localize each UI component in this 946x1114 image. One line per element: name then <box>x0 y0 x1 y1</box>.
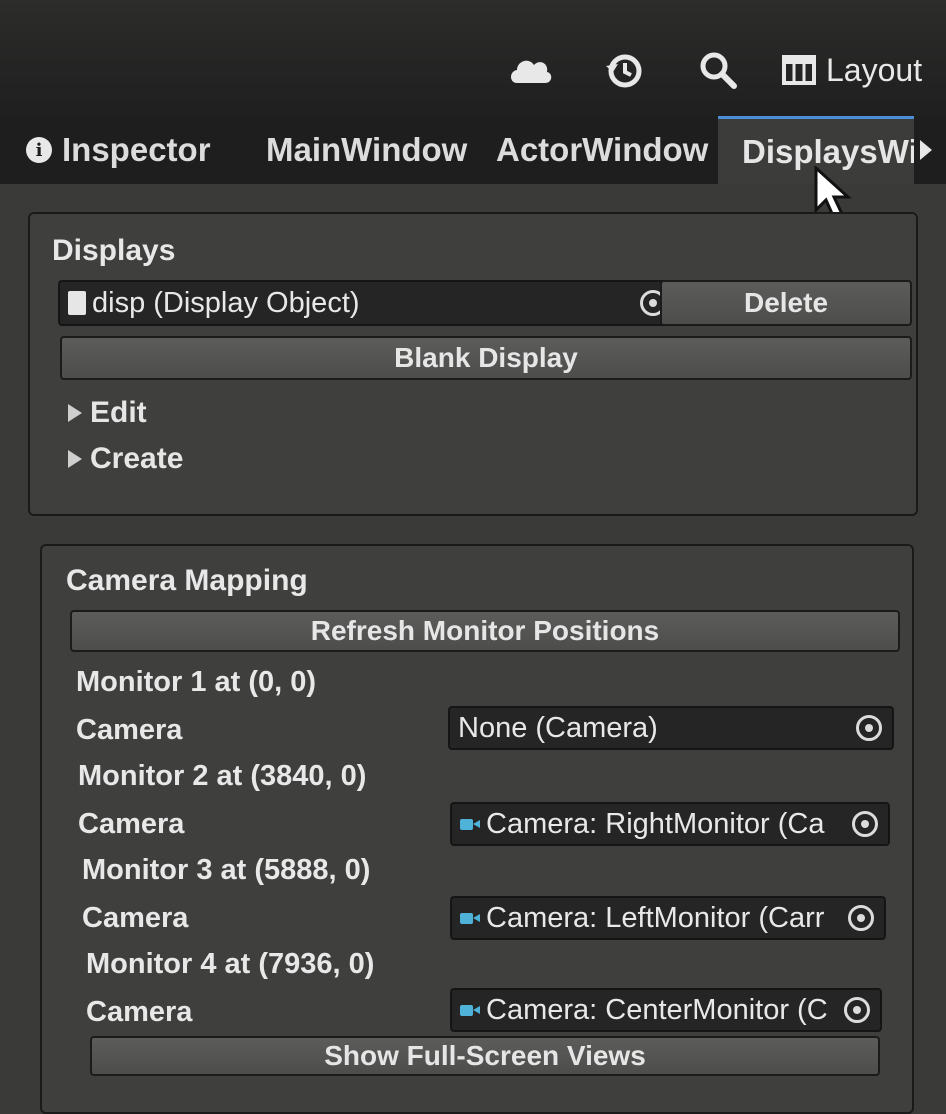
camera-field[interactable]: Camera: CenterMonitor (C <box>450 988 882 1032</box>
blank-display-button[interactable]: Blank Display <box>60 336 912 380</box>
tab-label: Inspector <box>62 131 211 168</box>
layout-button[interactable]: Layout <box>782 48 922 92</box>
monitor-label: Monitor 2 at (3840, 0) <box>78 760 367 792</box>
camera-label: Camera <box>78 808 185 840</box>
toolbar: Layout <box>0 0 946 116</box>
object-picker-icon[interactable] <box>844 997 870 1023</box>
refresh-label: Refresh Monitor Positions <box>310 615 660 646</box>
camera-label: Camera <box>76 714 183 746</box>
search-icon[interactable] <box>694 46 742 94</box>
show-full-screen-views-button[interactable]: Show Full-Screen Views <box>90 1036 880 1076</box>
camera-value: None (Camera) <box>458 711 658 744</box>
monitor-label: Monitor 1 at (0, 0) <box>76 666 317 698</box>
display-object-value: disp (Display Object) <box>92 286 360 319</box>
tab-label: MainWindow <box>266 131 468 168</box>
create-label: Create <box>90 442 184 475</box>
tab-label: DisplaysWi <box>742 132 914 170</box>
fullscreen-label: Show Full-Screen Views <box>324 1040 646 1071</box>
foldout-arrow-icon <box>68 404 82 422</box>
edit-label: Edit <box>90 396 147 429</box>
info-icon: i <box>26 137 52 163</box>
tab-actorwindow[interactable]: ActorWindow <box>496 116 708 184</box>
display-object-field[interactable]: disp (Display Object) <box>58 280 678 326</box>
refresh-monitor-positions-button[interactable]: Refresh Monitor Positions <box>70 610 900 652</box>
foldout-arrow-icon <box>68 450 82 468</box>
object-picker-icon[interactable] <box>852 811 878 837</box>
camera-icon <box>460 1003 480 1017</box>
camera-field[interactable]: None (Camera) <box>448 706 894 750</box>
layout-icon <box>782 55 816 85</box>
camera-value: Camera: RightMonitor (Ca <box>486 807 825 840</box>
delete-button[interactable]: Delete <box>660 280 912 326</box>
camera-icon <box>460 911 480 925</box>
monitor-label: Monitor 3 at (5888, 0) <box>82 854 371 886</box>
displays-title: Displays <box>52 234 176 267</box>
tab-label: ActorWindow <box>496 131 709 168</box>
camera-mapping-title: Camera Mapping <box>66 564 308 597</box>
camera-label: Camera <box>86 996 193 1028</box>
displays-panel: Displays disp (Display Object) Delete Bl… <box>28 212 918 516</box>
camera-icon <box>460 817 480 831</box>
document-icon <box>68 291 86 315</box>
object-picker-icon[interactable] <box>848 905 874 931</box>
history-icon[interactable] <box>600 46 648 94</box>
tab-mainwindow[interactable]: MainWindow <box>266 116 467 184</box>
camera-field[interactable]: Camera: RightMonitor (Ca <box>450 802 890 846</box>
camera-value: Camera: CenterMonitor (C <box>486 993 828 1026</box>
monitor-label: Monitor 4 at (7936, 0) <box>86 948 375 980</box>
tab-inspector[interactable]: i Inspector <box>26 116 211 184</box>
blank-display-label: Blank Display <box>394 342 578 373</box>
tab-scroll-right-icon[interactable] <box>920 140 932 160</box>
delete-label: Delete <box>743 287 829 318</box>
edit-foldout[interactable]: Edit <box>68 396 147 430</box>
camera-label: Camera <box>82 902 189 934</box>
camera-field[interactable]: Camera: LeftMonitor (Carr <box>450 896 886 940</box>
camera-value: Camera: LeftMonitor (Carr <box>486 901 825 934</box>
object-picker-icon[interactable] <box>856 715 882 741</box>
create-foldout[interactable]: Create <box>68 442 183 476</box>
tab-bar: i Inspector MainWindow ActorWindow Displ… <box>0 116 946 184</box>
camera-mapping-panel: Camera Mapping Refresh Monitor Positions… <box>40 544 914 1114</box>
cloud-icon[interactable] <box>506 46 554 94</box>
layout-label: Layout <box>826 51 923 88</box>
